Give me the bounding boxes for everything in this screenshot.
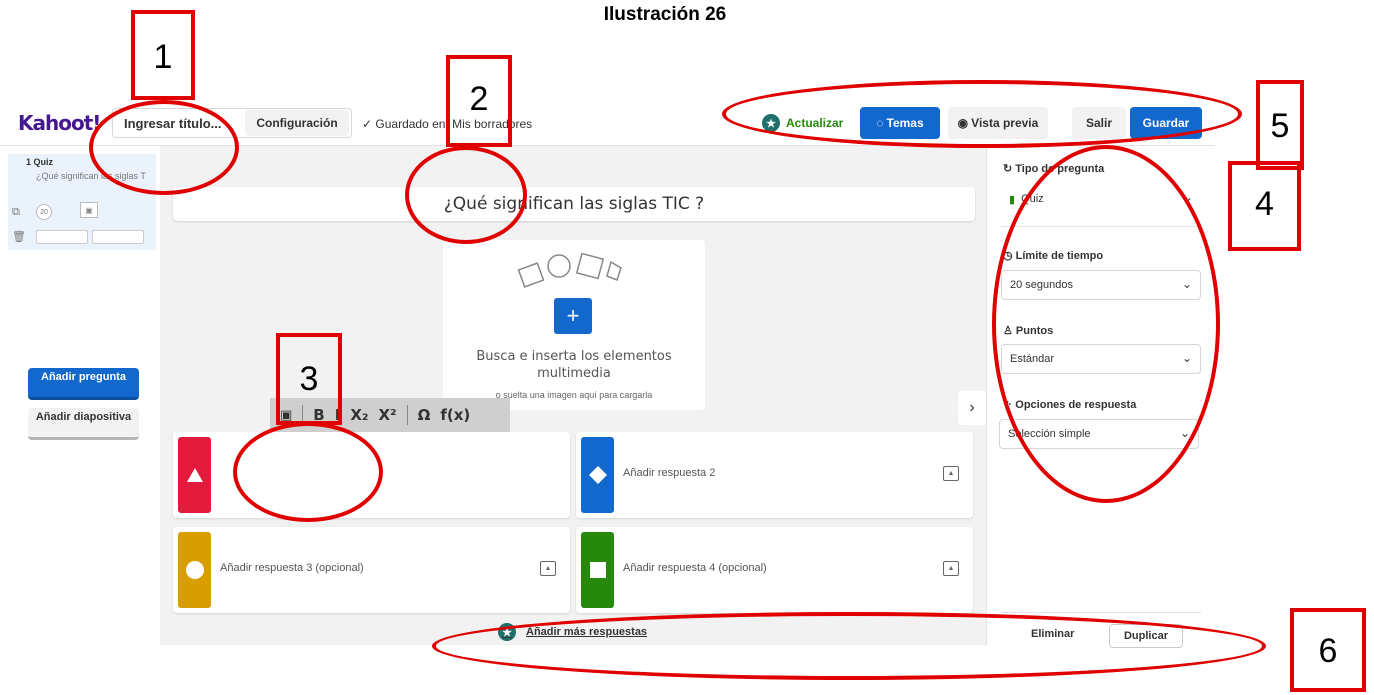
duplicate-icon[interactable]: ⧉ [12, 206, 20, 219]
add-media-icon[interactable]: + [554, 298, 592, 334]
question-input[interactable]: ¿Qué significan las siglas TIC ? [173, 187, 975, 221]
add-question-button[interactable]: Añadir pregunta [28, 368, 139, 400]
divider [406, 405, 408, 425]
answer-color [178, 532, 211, 608]
figure-caption: Ilustración 26 [603, 4, 727, 25]
answer-2[interactable]: Añadir respuesta 2 ▲ [576, 432, 973, 518]
image-icon: ▣ [80, 202, 98, 218]
chevron-right-icon[interactable]: › [958, 391, 986, 425]
slides-sidebar: 1 Quiz ¿Qué significan las siglas TIC ? … [0, 146, 160, 645]
annotation-oval-6 [432, 612, 1266, 680]
figure: Ilustración 26 Kahoot! Ingresar título..… [0, 0, 1374, 695]
answer-color [178, 437, 211, 513]
slide-timer: 20 [36, 204, 52, 220]
square-icon [589, 562, 606, 578]
annotation-number-1: 1 [153, 38, 173, 76]
answer-color [581, 437, 614, 513]
circle-icon [185, 561, 204, 579]
settings-button[interactable]: Configuración [245, 110, 349, 136]
triangle-icon [186, 468, 203, 482]
formula-button[interactable]: f(x) [440, 406, 470, 424]
image-icon[interactable]: ▲ [943, 561, 959, 576]
image-icon[interactable]: ▲ [540, 561, 556, 576]
answer-text[interactable]: Añadir respuesta 3 (opcional) [220, 562, 364, 574]
annotation-number-5: 5 [1270, 107, 1290, 145]
question-text[interactable]: ¿Qué significan las siglas TIC ? [173, 187, 975, 221]
subscript-button[interactable]: X₂ [350, 406, 368, 424]
slide-answer-preview [36, 230, 88, 244]
image-icon[interactable]: ▲ [943, 466, 959, 481]
annotation-number-6: 6 [1318, 632, 1338, 670]
answer-color [581, 532, 614, 608]
slide-label: 1 Quiz [26, 157, 54, 167]
add-slide-button[interactable]: Añadir diapositiva [28, 408, 139, 440]
media-dropzone[interactable]: + Busca e inserta los elementos multimed… [443, 240, 705, 410]
annotation-oval-5 [722, 80, 1242, 148]
superscript-button[interactable]: X² [378, 406, 396, 424]
quiz-icon: ▮ [1009, 193, 1016, 206]
answer-text[interactable]: Añadir respuesta 4 (opcional) [623, 562, 767, 574]
annotation-oval-4 [992, 145, 1220, 503]
slide-answer-preview [92, 230, 144, 244]
annotation-oval-1 [89, 100, 239, 195]
annotation-number-4: 4 [1255, 185, 1274, 223]
symbol-button[interactable]: Ω [418, 406, 431, 424]
answer-text[interactable]: Añadir respuesta 2 [623, 467, 715, 479]
annotation-number-3: 3 [299, 360, 319, 398]
diamond-icon [588, 466, 607, 484]
media-prompt: Busca e inserta los elementos multimedia [476, 349, 672, 381]
answer-4[interactable]: Añadir respuesta 4 (opcional) ▲ [576, 527, 973, 613]
divider [1001, 612, 1201, 613]
annotation-oval-2 [405, 146, 527, 244]
kahoot-logo: Kahoot! [18, 111, 101, 135]
annotation-oval-3 [233, 422, 383, 522]
annotation-number-2: 2 [469, 80, 489, 118]
media-illustration-icon [517, 252, 622, 288]
trash-icon[interactable]: 🗑 [12, 230, 26, 243]
answer-3[interactable]: Añadir respuesta 3 (opcional) ▲ [173, 527, 570, 613]
